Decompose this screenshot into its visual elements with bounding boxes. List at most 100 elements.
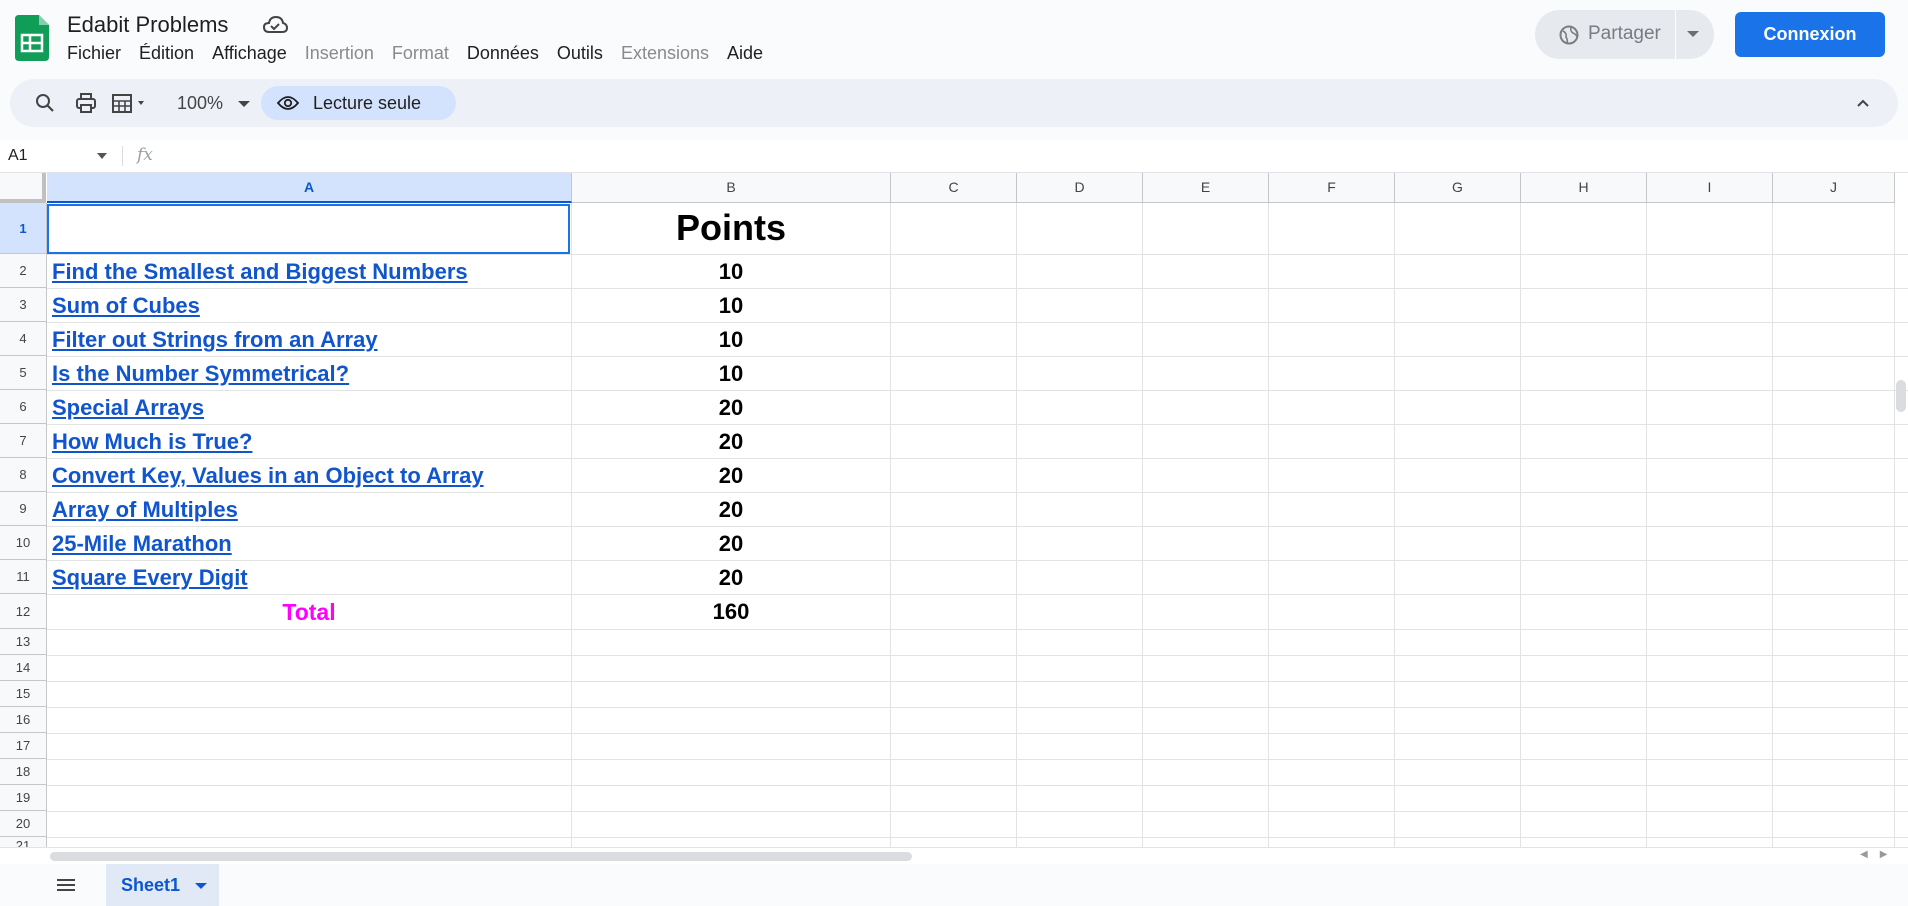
select-all-corner[interactable] [0, 173, 46, 203]
menu-fichier[interactable]: Fichier [58, 41, 130, 66]
search-icon[interactable] [33, 91, 57, 115]
print-icon[interactable] [74, 91, 98, 115]
row-header-18[interactable]: 18 [0, 759, 47, 785]
gridline [47, 811, 1908, 812]
sheet-tab-dropdown-icon[interactable] [195, 883, 207, 889]
gridline [47, 288, 1908, 289]
menu-extensions: Extensions [620, 43, 709, 63]
selected-cell-a1[interactable] [47, 204, 570, 254]
row-header-4[interactable]: 4 [0, 322, 47, 356]
gridline [47, 629, 1908, 630]
share-dropdown-icon[interactable] [1687, 31, 1699, 37]
top-bar: Edabit Problems Fichier Édition Affichag… [0, 0, 1908, 76]
tab-sheet1[interactable]: Sheet1 [106, 864, 219, 906]
column-header-a[interactable]: A [47, 173, 572, 203]
cell-b6-points[interactable]: 20 [572, 395, 890, 421]
gridline [1520, 203, 1521, 847]
cell-a6-link[interactable]: Special Arrays [52, 395, 204, 421]
vertical-scrollbar-thumb[interactable] [1896, 380, 1906, 412]
column-header-e[interactable]: E [1143, 173, 1269, 203]
row-header-7[interactable]: 7 [0, 424, 47, 458]
cell-b11-points[interactable]: 20 [572, 565, 890, 591]
name-box[interactable]: A1 [8, 147, 28, 165]
share-button[interactable]: Partager [1535, 10, 1714, 59]
gridline [1394, 203, 1395, 847]
cell-b1-points-header[interactable]: Points [572, 207, 890, 249]
column-header-i[interactable]: I [1647, 173, 1773, 203]
cell-a2-link[interactable]: Find the Smallest and Biggest Numbers [52, 259, 468, 285]
row-header-2[interactable]: 2 [0, 254, 47, 288]
zoom-select[interactable]: 100% [177, 93, 223, 114]
cell-a11-link[interactable]: Square Every Digit [52, 565, 248, 591]
formula-divider [122, 146, 123, 166]
row-header-12[interactable]: 12 [0, 594, 47, 629]
horizontal-scrollbar[interactable]: ◀▶ [0, 847, 1908, 864]
column-header-c[interactable]: C [891, 173, 1017, 203]
cell-b9-points[interactable]: 20 [572, 497, 890, 523]
row-header-11[interactable]: 11 [0, 560, 47, 594]
gridline [1016, 203, 1017, 847]
row-header-14[interactable]: 14 [0, 655, 47, 681]
zoom-dropdown-icon[interactable] [238, 101, 250, 107]
column-header-h[interactable]: H [1521, 173, 1647, 203]
row-header-17[interactable]: 17 [0, 733, 47, 759]
gridline [1646, 203, 1647, 847]
row-header-21[interactable]: 21 [0, 837, 47, 847]
name-box-dropdown-icon[interactable] [97, 153, 107, 159]
login-button[interactable]: Connexion [1735, 12, 1885, 57]
cell-b4-points[interactable]: 10 [572, 327, 890, 353]
menu-aide[interactable]: Aide [718, 41, 772, 66]
column-header-j[interactable]: J [1773, 173, 1895, 203]
cell-b3-points[interactable]: 10 [572, 293, 890, 319]
readonly-label: Lecture seule [313, 93, 422, 113]
row-header-10[interactable]: 10 [0, 526, 47, 560]
spreadsheet-grid[interactable]: A B C D E F G H I J 1 2 3 4 5 6 7 8 9 10… [0, 173, 1908, 847]
readonly-badge[interactable]: Lecture seule [261, 86, 456, 120]
cell-a8-link[interactable]: Convert Key, Values in an Object to Arra… [52, 463, 484, 489]
column-header-f[interactable]: F [1269, 173, 1395, 203]
menu-affichage[interactable]: Affichage [203, 41, 296, 66]
row-header-5[interactable]: 5 [0, 356, 47, 390]
row-header-9[interactable]: 9 [0, 492, 47, 526]
cell-a10-link[interactable]: 25-Mile Marathon [52, 531, 232, 557]
column-header-g[interactable]: G [1395, 173, 1521, 203]
menu-bar: Fichier Édition Affichage Insertion Form… [58, 41, 772, 66]
chevron-up-icon[interactable] [1855, 95, 1871, 111]
cell-a4-link[interactable]: Filter out Strings from an Array [52, 327, 378, 353]
cell-b10-points[interactable]: 20 [572, 531, 890, 557]
row-header-1[interactable]: 1 [0, 203, 47, 254]
fx-icon: fx [137, 145, 153, 165]
cell-b12-total-value[interactable]: 160 [572, 599, 890, 625]
menu-edition[interactable]: Édition [130, 41, 203, 66]
cell-b7-points[interactable]: 20 [572, 429, 890, 455]
sheets-logo-icon[interactable] [15, 15, 49, 61]
menu-donnees[interactable]: Données [458, 41, 548, 66]
cloud-status-icon[interactable] [262, 14, 288, 36]
horizontal-scrollbar-thumb[interactable] [50, 852, 912, 861]
cell-a3-link[interactable]: Sum of Cubes [52, 293, 200, 319]
row-header-16[interactable]: 16 [0, 707, 47, 733]
row-header-19[interactable]: 19 [0, 785, 47, 811]
cell-a9-link[interactable]: Array of Multiples [52, 497, 238, 523]
column-header-d[interactable]: D [1017, 173, 1143, 203]
all-sheets-menu-icon[interactable] [56, 878, 76, 892]
row-header-15[interactable]: 15 [0, 681, 47, 707]
cell-a12-total-label[interactable]: Total [47, 599, 571, 626]
menu-outils[interactable]: Outils [548, 41, 612, 66]
gridline [47, 458, 1908, 459]
cell-b8-points[interactable]: 20 [572, 463, 890, 489]
cell-b2-points[interactable]: 10 [572, 259, 890, 285]
row-header-13[interactable]: 13 [0, 629, 47, 655]
cell-b5-points[interactable]: 10 [572, 361, 890, 387]
row-header-8[interactable]: 8 [0, 458, 47, 492]
cell-a5-link[interactable]: Is the Number Symmetrical? [52, 361, 349, 387]
scroll-arrows[interactable]: ◀▶ [1860, 849, 1899, 860]
cell-a7-link[interactable]: How Much is True? [52, 429, 252, 455]
row-header-3[interactable]: 3 [0, 288, 47, 322]
column-header-b[interactable]: B [572, 173, 891, 203]
row-header-20[interactable]: 20 [0, 811, 47, 837]
document-title[interactable]: Edabit Problems [67, 12, 228, 38]
table-format-icon[interactable] [111, 91, 151, 115]
gridline [1894, 203, 1895, 847]
row-header-6[interactable]: 6 [0, 390, 47, 424]
